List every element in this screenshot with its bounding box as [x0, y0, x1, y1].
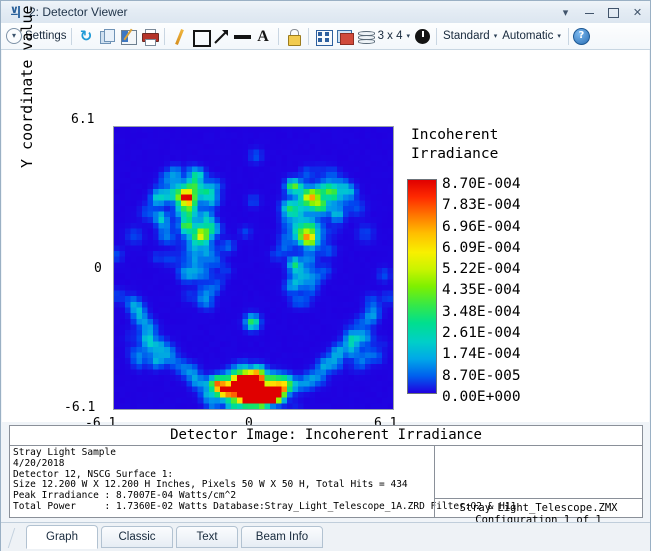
colorbar-labels: 8.70E-004 7.83E-004 6.96E-004 6.09E-004 5.22…	[442, 174, 521, 408]
colorbar-label-4: 5.22E-004	[442, 261, 521, 278]
rectangle-annotation-icon[interactable]	[191, 27, 211, 47]
colorbar-label-5: 4.35E-004	[442, 282, 521, 299]
window-controls: ▾ ✕	[559, 1, 644, 23]
line-annotation-icon[interactable]	[233, 27, 252, 46]
window-title: 2: Detector Viewer	[29, 5, 128, 19]
style-dropdown[interactable]: Standard	[441, 30, 492, 42]
refresh-icon[interactable]: ↻	[77, 27, 96, 46]
colorbar-label-6: 3.48E-004	[442, 303, 521, 320]
info-panel-body: Stray Light Sample 4/20/2018 Detector 12…	[10, 446, 642, 526]
pen-annotation-icon[interactable]	[170, 27, 189, 46]
tab-classic[interactable]: Classic	[101, 526, 173, 548]
detector-info-panel: Detector Image: Incoherent Irradiance St…	[9, 425, 643, 526]
fit-window-icon[interactable]	[314, 27, 333, 46]
colorbar-label-2: 6.96E-004	[442, 218, 521, 235]
layers-icon[interactable]	[356, 27, 375, 46]
colorbar-label-1: 7.83E-004	[442, 197, 521, 214]
scale-dropdown[interactable]: Automatic	[500, 30, 555, 42]
toolbar-divider	[163, 27, 165, 45]
view-tab-bar: Graph Classic Text Beam Info	[1, 522, 650, 551]
info-panel-title: Detector Image: Incoherent Irradiance	[10, 426, 642, 446]
window-overlay-icon[interactable]	[335, 27, 354, 46]
window-dropdown-button[interactable]: ▾	[559, 6, 572, 19]
save-image-icon[interactable]	[119, 27, 138, 46]
toolbar-divider	[307, 27, 309, 45]
lock-icon[interactable]	[284, 27, 303, 46]
clock-icon[interactable]	[415, 28, 431, 44]
toolbar-divider	[277, 27, 279, 45]
copy-clipboard-icon[interactable]	[98, 27, 117, 46]
toolbar-divider	[567, 27, 569, 45]
y-tick-max: 6.1	[71, 112, 95, 127]
colorbar-label-8: 1.74E-004	[442, 346, 521, 363]
colorbar-label-0: 8.70E-004	[442, 176, 521, 192]
toolbar-divider	[70, 27, 72, 45]
heatmap-image[interactable]	[113, 126, 394, 410]
legend-title: Incoherent Irradiance	[411, 126, 498, 164]
legend-title-line1: Incoherent	[411, 127, 499, 143]
print-icon[interactable]	[140, 27, 159, 46]
detector-viewer-window: ⊻ 2: Detector Viewer ▾ ✕ ▾ Settings ↻ A	[0, 0, 651, 551]
tab-graph[interactable]: Graph	[26, 525, 98, 549]
window-title-bar: ⊻ 2: Detector Viewer ▾ ✕	[1, 1, 650, 24]
colorbar	[407, 179, 437, 394]
heatmap-canvas[interactable]	[114, 127, 393, 409]
tab-text[interactable]: Text	[176, 526, 238, 548]
settings-button[interactable]: ▾ Settings	[6, 28, 67, 44]
colorbar-label-9: 8.70E-005	[442, 367, 521, 384]
window-minimize-button[interactable]	[583, 6, 596, 19]
help-icon[interactable]: ?	[572, 27, 590, 45]
y-tick-mid: 0	[94, 261, 102, 276]
plot-area: Y coordinate value X coordinate value 6.…	[2, 5, 649, 453]
chevron-down-icon[interactable]: ▾	[407, 32, 411, 40]
y-axis-label: Y coordinate value	[18, 5, 36, 168]
legend-title-line2: Irradiance	[411, 146, 499, 162]
tab-beam-info[interactable]: Beam Info	[241, 526, 323, 548]
chevron-down-icon[interactable]: ▾	[494, 32, 498, 40]
info-panel-divider	[434, 498, 642, 499]
window-close-button[interactable]: ✕	[631, 6, 644, 19]
window-maximize-button[interactable]	[607, 6, 620, 19]
viewer-toolbar: ▾ Settings ↻ A 3 x 4 ▾ Standard ▾ Automa…	[1, 23, 650, 50]
toolbar-divider	[436, 27, 438, 45]
colorbar-label-7: 2.61E-004	[442, 325, 521, 342]
colorbar-label-3: 6.09E-004	[442, 239, 521, 256]
chevron-down-icon[interactable]: ▾	[557, 32, 561, 40]
arrow-annotation-icon[interactable]	[212, 27, 231, 46]
text-annotation-icon[interactable]: A	[254, 27, 273, 46]
colorbar-label-10: 0.00E+000	[442, 388, 521, 405]
y-tick-min: -6.1	[64, 400, 96, 415]
grid-size-label[interactable]: 3 x 4	[376, 30, 405, 42]
